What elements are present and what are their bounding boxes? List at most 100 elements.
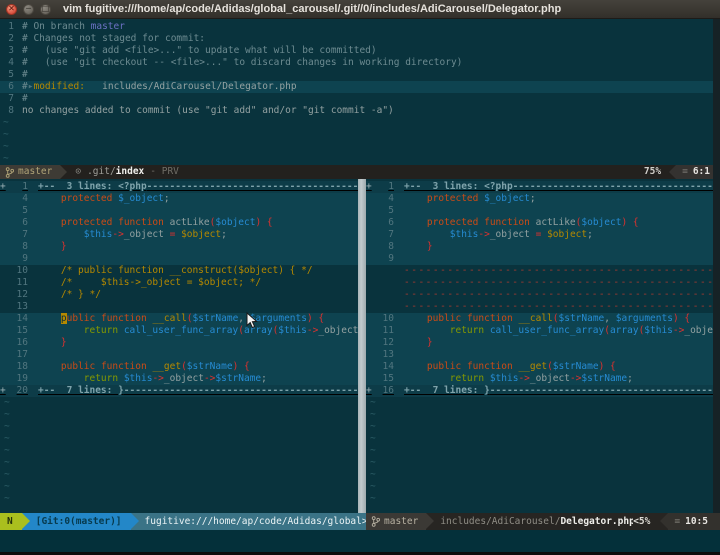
- right-code-line-11[interactable]: 11 return call_user_func_array(array($th…: [366, 325, 713, 337]
- left-code-line-8[interactable]: 8 }: [0, 241, 358, 253]
- right-diff-filler-line: ----------------------------------------…: [404, 301, 713, 312]
- right-window-scrollbar[interactable]: [713, 19, 720, 513]
- git-branch-icon: [5, 166, 14, 178]
- line-number: 16: [16, 337, 28, 348]
- preview-flag: - PRV: [150, 166, 179, 177]
- git-status-buffer[interactable]: 1 # On branch master 2 # Changes not staged…: [0, 19, 720, 165]
- line-number: 7: [388, 229, 394, 240]
- fold-column-plus[interactable]: +: [366, 181, 374, 193]
- left-pane-scrollbar[interactable]: [358, 179, 366, 513]
- line-number: 9: [22, 253, 28, 264]
- left-code-line-16[interactable]: 16 }: [0, 337, 358, 349]
- line-number: 12: [382, 337, 394, 348]
- mode-indicator: N: [7, 516, 13, 527]
- right-code-line-15[interactable]: 15 return $this->_object->$strName;: [366, 373, 713, 385]
- right-code-line-9[interactable]: 9: [366, 253, 713, 265]
- empty-line-tilde: ~: [370, 433, 376, 444]
- right-code-line-5[interactable]: 5: [366, 205, 713, 217]
- titlebar: ✕ ─ □ vim fugitive:///home/ap/code/Adida…: [0, 0, 720, 19]
- statusline-preview-window: master ⊙ .git/index - PRV 75% ≡ 6:1: [0, 165, 720, 179]
- right-diff-filler-line: ----------------------------------------…: [404, 277, 713, 288]
- close-button[interactable]: ✕: [6, 3, 17, 15]
- scroll-percent: <5%: [633, 516, 651, 527]
- right-fold-line-1[interactable]: +1 +-- 3 lines: <?php --------------------…: [366, 181, 713, 193]
- empty-line-tilde: ~: [4, 397, 10, 408]
- left-code-line-7[interactable]: 7 $this->_object = $object;: [0, 229, 358, 241]
- command-line[interactable]: [0, 530, 720, 555]
- right-code-line-4[interactable]: 4 protected $_object;: [366, 193, 713, 205]
- line-number: 12: [16, 289, 28, 300]
- left-code-line-6[interactable]: 6 protected function actLike($object) {: [0, 217, 358, 229]
- powerline-separator: [669, 165, 677, 179]
- right-fold-line-16[interactable]: +16 +-- 7 lines: } -----------------------…: [366, 385, 713, 397]
- line-number: 17: [16, 349, 28, 360]
- line-number: 11: [16, 277, 28, 288]
- line-number: 10: [382, 313, 394, 324]
- right-code-line-8[interactable]: 8 }: [366, 241, 713, 253]
- status-line-1[interactable]: 1 # On branch master: [0, 21, 720, 33]
- file-path: includes/AdiCarousel/Delegator.php: [440, 516, 634, 527]
- minimize-button[interactable]: ─: [23, 3, 34, 15]
- left-code-line-15[interactable]: 15 return call_user_func_array(array($th…: [0, 325, 358, 337]
- empty-line-tilde: ~: [4, 457, 10, 468]
- left-code-line-14[interactable]: 14 public function __call($strName, $arg…: [0, 313, 358, 325]
- right-code-line-7[interactable]: 7 $this->_object = $object;: [366, 229, 713, 241]
- left-code-line-18[interactable]: 18 public function __get($strName) {: [0, 361, 358, 373]
- right-diff-filler-line: ----------------------------------------…: [404, 265, 713, 276]
- mode-segment: N: [0, 513, 30, 530]
- line-number: 1: [22, 181, 28, 192]
- empty-line-tilde: ~: [370, 469, 376, 480]
- right-code-line-13[interactable]: 13: [366, 349, 713, 361]
- line-number: 13: [16, 301, 28, 312]
- line-number: 10: [16, 265, 28, 276]
- right-code-line-10[interactable]: 10 public function __call($strName, $arg…: [366, 313, 713, 325]
- status-line-8[interactable]: 8 no changes added to commit (use "git ad…: [0, 105, 720, 117]
- fold-column-plus[interactable]: +: [366, 385, 374, 397]
- empty-line-tilde: ~: [370, 409, 376, 420]
- fold-column-plus[interactable]: +: [0, 385, 8, 397]
- left-code-line-19[interactable]: 19 return $this->_object->$strName;: [0, 373, 358, 385]
- line-number: 3: [8, 45, 14, 56]
- left-code-line-12[interactable]: 12 /* } */: [0, 289, 358, 301]
- right-code-line-12[interactable]: 12 }: [366, 337, 713, 349]
- powerline-separator: [660, 513, 669, 529]
- buffer-icon: ⊙: [75, 166, 82, 177]
- left-code-line-11[interactable]: 11 /* $this->_object = $object; */: [0, 277, 358, 289]
- left-code-line-13[interactable]: 13: [0, 301, 358, 313]
- diff-pane-working-tree[interactable]: +1 +-- 3 lines: <?php --------------------…: [366, 179, 713, 513]
- line-number: 6: [388, 217, 394, 228]
- left-code-line-4[interactable]: 4 protected $_object;: [0, 193, 358, 205]
- line-number: 15: [382, 373, 394, 384]
- line-number: 14: [382, 361, 394, 372]
- status-line-6[interactable]: 6 # ▸ modified: includes/AdiCarousel/Delega…: [0, 81, 720, 93]
- line-number: 9: [388, 253, 394, 264]
- line-number: 5: [22, 205, 28, 216]
- diff-area: +1 +-- 3 lines: <?php --------------------…: [0, 179, 720, 513]
- line-number-icon: ≡: [674, 516, 681, 527]
- status-line-2[interactable]: 2 # Changes not staged for commit:: [0, 33, 720, 45]
- left-fold-line-1[interactable]: +1 +-- 3 lines: <?php --------------------…: [0, 181, 358, 193]
- line-number: 8: [8, 105, 14, 116]
- left-code-line-9[interactable]: 9: [0, 253, 358, 265]
- maximize-button[interactable]: □: [40, 3, 51, 15]
- left-code-line-10[interactable]: 10 /* public function __construct($objec…: [0, 265, 358, 277]
- left-code-line-5[interactable]: 5: [0, 205, 358, 217]
- status-line-3[interactable]: 3 # (use "git add <file>..." to update wh…: [0, 45, 720, 57]
- right-code-line-14[interactable]: 14 public function __get($strName) {: [366, 361, 713, 373]
- left-fold-line-20[interactable]: +20 +-- 7 lines: } -----------------------…: [0, 385, 358, 397]
- buffer-path-segment: fugitive:///home/ap/code/Adidas/global>: [144, 516, 366, 527]
- empty-line-tilde: ~: [3, 117, 9, 128]
- cursor-position-segment: ≡ 10:5: [668, 513, 720, 530]
- left-code-line-17[interactable]: 17: [0, 349, 358, 361]
- window-title: vim fugitive:///home/ap/code/Adidas/glob…: [63, 3, 562, 15]
- status-line-4[interactable]: 4 # (use "git checkout -- <file>..." to d…: [0, 57, 720, 69]
- diff-pane-index[interactable]: +1 +-- 3 lines: <?php --------------------…: [0, 179, 358, 513]
- empty-line-tilde: ~: [370, 421, 376, 432]
- right-code-line-6[interactable]: 6 protected function actLike($object) {: [366, 217, 713, 229]
- line-number: 4: [388, 193, 394, 204]
- status-line-7[interactable]: 7 #: [0, 93, 720, 105]
- line-number: 4: [22, 193, 28, 204]
- status-line-5[interactable]: 5 #: [0, 69, 720, 81]
- fold-column-plus[interactable]: +: [0, 181, 8, 193]
- line-number: 6: [8, 81, 14, 92]
